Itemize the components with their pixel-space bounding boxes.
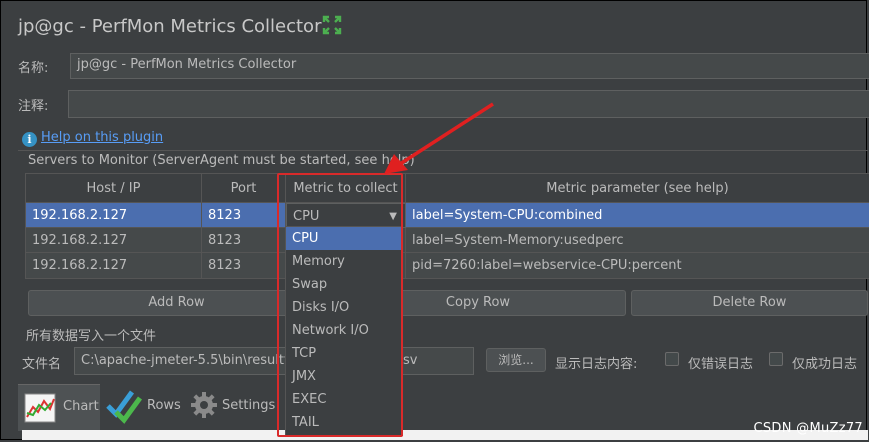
filename-value: C:\apache-jmeter-5.5\bin\resultfil xyxy=(81,353,296,368)
param-cell[interactable]: label=System-Memory:usedperc xyxy=(406,228,869,253)
log-label: 显示日志内容: xyxy=(555,357,638,372)
tab-chart-label: Chart xyxy=(63,399,99,414)
table-row[interactable]: 192.168.2.127 8123 pid=7260:label=webser… xyxy=(26,253,869,278)
success-only-label: 仅成功日志 xyxy=(792,357,858,372)
param-cell[interactable]: pid=7260:label=webservice-CPU:percent xyxy=(406,253,869,278)
tab-rows-label: Rows xyxy=(147,398,181,413)
servers-section-label: Servers to Monitor (ServerAgent must be … xyxy=(28,153,415,168)
host-cell[interactable]: 192.168.2.127 xyxy=(26,203,202,228)
annotation-highlight-box xyxy=(277,173,403,437)
browse-button[interactable]: 浏览... xyxy=(486,348,546,372)
filename-label: 文件名 xyxy=(22,357,62,372)
delete-row-button[interactable]: Delete Row xyxy=(631,290,868,316)
checkmarks-icon xyxy=(106,390,143,424)
port-cell[interactable]: 8123 xyxy=(202,203,286,228)
window-title: jp@gc - PerfMon Metrics Collector xyxy=(18,16,322,37)
name-label: 名称: xyxy=(18,61,49,76)
chart-icon xyxy=(24,393,56,423)
chart-area xyxy=(22,430,868,440)
file-section-label: 所有数据写入一个文件 xyxy=(26,329,157,344)
table-row[interactable]: 192.168.2.127 8123 CPU ▼ label=System-CP… xyxy=(26,203,869,228)
success-only-checkbox[interactable] xyxy=(769,352,783,366)
servers-table: Host / IP Port Metric to collect Metric … xyxy=(25,173,869,279)
tab-chart[interactable]: Chart xyxy=(18,384,100,431)
watermark: CSDN @MuZz77 xyxy=(753,421,863,436)
tab-rows[interactable]: Rows xyxy=(104,384,184,430)
expand-icon[interactable] xyxy=(322,15,342,35)
errors-only-label: 仅错误日志 xyxy=(688,357,754,372)
port-cell[interactable]: 8123 xyxy=(202,253,286,278)
tab-settings[interactable]: Settings xyxy=(188,384,278,430)
filename-input[interactable]: C:\apache-jmeter-5.5\bin\resultfil sv xyxy=(74,347,474,375)
host-cell[interactable]: 192.168.2.127 xyxy=(26,228,202,253)
comment-label: 注释: xyxy=(18,99,49,114)
tab-settings-label: Settings xyxy=(222,398,276,413)
name-input[interactable]: jp@gc - PerfMon Metrics Collector xyxy=(70,53,869,79)
filename-tail: sv xyxy=(403,353,418,368)
host-cell[interactable]: 192.168.2.127 xyxy=(26,253,202,278)
port-cell[interactable]: 8123 xyxy=(202,228,286,253)
table-row[interactable]: 192.168.2.127 8123 label=System-Memory:u… xyxy=(26,228,869,253)
help-link[interactable]: Help on this plugin xyxy=(41,130,163,145)
annotation-arrow-icon xyxy=(384,102,494,174)
errors-only-checkbox[interactable] xyxy=(665,352,679,366)
info-icon: i xyxy=(22,132,37,147)
column-header-host[interactable]: Host / IP xyxy=(26,174,202,203)
gear-icon xyxy=(191,392,217,418)
param-cell[interactable]: label=System-CPU:combined xyxy=(406,203,869,228)
column-header-port[interactable]: Port xyxy=(202,174,286,203)
